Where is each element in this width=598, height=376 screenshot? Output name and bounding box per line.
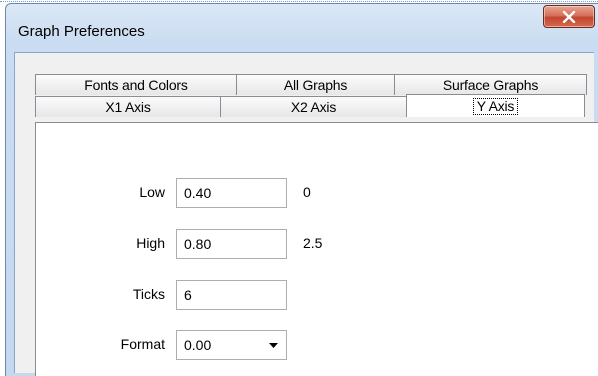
chevron-down-icon <box>269 343 278 348</box>
tab-all-graphs[interactable]: All Graphs <box>236 74 395 95</box>
low-hint: 0 <box>303 184 311 200</box>
format-dropdown[interactable]: 0.00 <box>176 330 287 360</box>
tab-row-front: X1 Axis X2 Axis Y Axis <box>35 94 585 117</box>
high-input[interactable]: 0.80 <box>176 229 287 259</box>
close-button[interactable] <box>543 5 595 28</box>
low-label: Low <box>139 184 165 200</box>
tab-fonts-and-colors[interactable]: Fonts and Colors <box>35 74 237 95</box>
ticks-input[interactable]: 6 <box>176 280 287 310</box>
tab-label: All Graphs <box>283 77 348 93</box>
high-label: High <box>136 235 165 251</box>
tab-row-back: Fonts and Colors All Graphs Surface Grap… <box>35 74 587 95</box>
format-label: Format <box>120 336 165 352</box>
format-value: 0.00 <box>184 337 212 353</box>
ticks-label: Ticks <box>132 286 165 302</box>
tab-y-axis[interactable]: Y Axis <box>406 94 585 117</box>
tab-label: Surface Graphs <box>442 77 539 93</box>
tab-x1-axis[interactable]: X1 Axis <box>35 96 221 117</box>
ticks-value: 6 <box>184 287 192 303</box>
tab-surface-graphs[interactable]: Surface Graphs <box>394 74 587 95</box>
low-value: 0.40 <box>184 185 212 201</box>
close-x-icon <box>562 10 576 23</box>
tab-label: Y Axis <box>472 97 519 115</box>
tab-x2-axis[interactable]: X2 Axis <box>220 96 407 117</box>
tab-label: X2 Axis <box>290 99 337 115</box>
high-value: 0.80 <box>184 236 212 252</box>
high-hint: 2.5 <box>303 235 323 251</box>
low-input[interactable]: 0.40 <box>176 178 287 208</box>
window-edge-line <box>0 1 598 2</box>
tab-label: X1 Axis <box>105 99 151 115</box>
tab-label: Fonts and Colors <box>84 77 188 93</box>
dialog-title: Graph Preferences <box>18 23 145 40</box>
